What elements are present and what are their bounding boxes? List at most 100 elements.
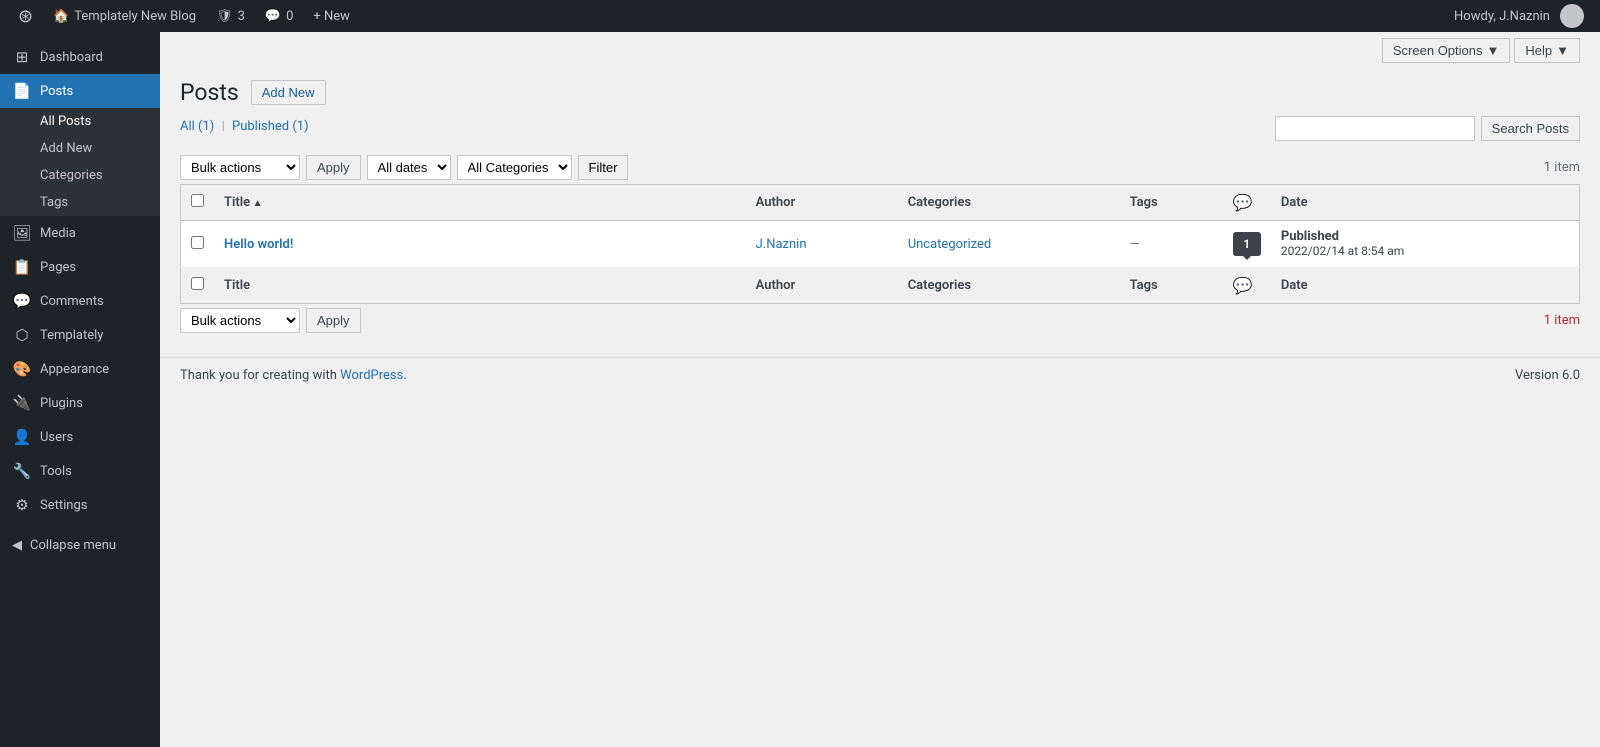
comment-bubble[interactable]: 1	[1233, 232, 1261, 256]
item-count-top: 1 item	[1544, 160, 1580, 175]
author-link[interactable]: J.Naznin	[756, 237, 807, 252]
adminbar-site-name[interactable]: 🏠 Templately New Blog	[43, 0, 206, 32]
apply-button-top[interactable]: Apply	[306, 155, 361, 180]
sidebar-item-label-appearance: Appearance	[40, 362, 109, 377]
sidebar-item-label-pages: Pages	[40, 260, 76, 275]
top-bar: Screen Options ▼ Help ▼	[160, 32, 1600, 69]
col-title[interactable]: Title	[214, 185, 746, 221]
date-published: Published 2022/02/14 at 8:54 am	[1281, 229, 1569, 259]
sidebar-item-comments[interactable]: 💬 Comments	[0, 284, 160, 318]
category-filter-select[interactable]: All Categories	[457, 155, 572, 180]
pages-icon: 📋	[12, 258, 32, 276]
adminbar-updates[interactable]: 🛡 3	[206, 0, 255, 32]
bulk-actions-select-top[interactable]: Bulk actions	[180, 155, 300, 180]
comment-col-icon: 💬	[1233, 193, 1253, 212]
help-button[interactable]: Help ▼	[1514, 38, 1580, 63]
tags-value: —	[1130, 237, 1140, 252]
sidebar-item-users[interactable]: 👤 Users	[0, 420, 160, 454]
posts-icon: 📄	[12, 82, 32, 100]
col-categories-foot: Categories	[898, 268, 1120, 304]
subsubsub-nav: All (1) | Published (1)	[180, 119, 309, 134]
sidebar-item-tools[interactable]: 🔧 Tools	[0, 454, 160, 488]
row-title-cell: Hello world!	[214, 221, 746, 268]
sidebar-item-tags[interactable]: Tags	[0, 189, 160, 216]
sidebar-item-label-users: Users	[40, 430, 73, 445]
help-label: Help	[1525, 43, 1552, 58]
filter-all-link[interactable]: All (1)	[180, 119, 218, 134]
admin-menu: ⊞ Dashboard 📄 Posts All Posts Add New Ca…	[0, 32, 160, 747]
tags-label: Tags	[40, 195, 68, 210]
sidebar-item-all-posts[interactable]: All Posts	[0, 108, 160, 135]
date-value: 2022/02/14 at 8:54 am	[1281, 244, 1404, 258]
sidebar-item-templately[interactable]: ⬡ Templately	[0, 318, 160, 352]
item-count-bottom: 1 item	[1544, 313, 1580, 328]
adminbar-wp-logo[interactable]: ⊛	[8, 0, 43, 32]
search-posts-button[interactable]: Search Posts	[1481, 116, 1580, 141]
adminbar-new[interactable]: + New	[303, 0, 360, 32]
title-sort-label: Title	[224, 195, 263, 210]
wp-logo-icon: ⊛	[18, 6, 33, 27]
table-head: Title Author Categories Tags 💬	[181, 185, 1580, 221]
add-new-button[interactable]: Add New	[251, 80, 326, 105]
collapse-menu-label: Collapse menu	[30, 538, 116, 553]
collapse-menu-button[interactable]: ◀ Collapse menu	[0, 530, 160, 561]
filter-published-link[interactable]: Published (1)	[232, 119, 309, 134]
row-tags-cell: —	[1120, 221, 1223, 268]
sidebar-item-label-templately: Templately	[40, 328, 103, 343]
post-title-link[interactable]: Hello world!	[224, 237, 293, 252]
sidebar-item-media[interactable]: 🖼 Media	[0, 216, 160, 250]
sidebar-item-dashboard[interactable]: ⊞ Dashboard	[0, 40, 160, 74]
search-posts-input[interactable]	[1275, 116, 1475, 141]
table-body: Hello world! J.Naznin Uncategorized — 1 …	[181, 221, 1580, 268]
templately-icon: ⬡	[12, 326, 32, 344]
row-checkbox-cell	[181, 221, 215, 268]
sidebar-item-pages[interactable]: 📋 Pages	[0, 250, 160, 284]
col-comments-foot: 💬	[1223, 268, 1271, 304]
comments-icon: 💬	[265, 9, 281, 24]
filter-button[interactable]: Filter	[578, 155, 629, 180]
sidebar-item-plugins[interactable]: 🔌 Plugins	[0, 386, 160, 420]
site-name-label: Templately New Blog	[74, 9, 196, 24]
col-date-foot: Date	[1271, 268, 1580, 304]
wordpress-link[interactable]: WordPress	[340, 368, 403, 383]
sidebar-item-settings[interactable]: ⚙ Settings	[0, 488, 160, 522]
adminbar-right: Howdy, J.Naznin	[1454, 4, 1592, 28]
sidebar-item-appearance[interactable]: 🎨 Appearance	[0, 352, 160, 386]
categories-label: Categories	[40, 168, 103, 183]
col-author-foot: Author	[746, 268, 898, 304]
posts-table: Title Author Categories Tags 💬	[180, 184, 1580, 304]
adminbar-comments[interactable]: 💬 0	[255, 0, 304, 32]
content-wrap: Posts Add New All (1) | Published (1)	[160, 69, 1600, 357]
search-posts-row: Search Posts	[1275, 116, 1580, 141]
screen-options-button[interactable]: Screen Options ▼	[1382, 38, 1510, 63]
page-title: Posts	[180, 79, 239, 106]
sidebar-item-label-dashboard: Dashboard	[40, 50, 103, 65]
posts-submenu: All Posts Add New Categories Tags	[0, 108, 160, 216]
sidebar-item-add-new[interactable]: Add New	[0, 135, 160, 162]
select-all-checkbox[interactable]	[191, 194, 204, 207]
category-link[interactable]: Uncategorized	[908, 237, 991, 252]
admin-bar: ⊛ 🏠 Templately New Blog 🛡 3 💬 0 + New Ho…	[0, 0, 1600, 32]
wp-layout: ⊞ Dashboard 📄 Posts All Posts Add New Ca…	[0, 32, 1600, 747]
site-name-icon: 🏠	[53, 9, 69, 24]
sidebar-item-label-plugins: Plugins	[40, 396, 83, 411]
sidebar-item-label-tools: Tools	[40, 464, 72, 479]
appearance-icon: 🎨	[12, 360, 32, 378]
date-filter-select[interactable]: All dates	[367, 155, 451, 180]
adminbar-left: ⊛ 🏠 Templately New Blog 🛡 3 💬 0 + New	[8, 0, 360, 32]
row-checkbox[interactable]	[191, 236, 204, 249]
bulk-actions-select-bottom[interactable]: Bulk actions	[180, 308, 300, 333]
select-all-checkbox-foot[interactable]	[191, 277, 204, 290]
col-title-foot[interactable]: Title	[214, 268, 746, 304]
col-categories: Categories	[898, 185, 1120, 221]
add-new-sub-label: Add New	[40, 141, 92, 156]
sidebar-item-posts[interactable]: 📄 Posts	[0, 74, 160, 108]
settings-icon: ⚙	[12, 496, 32, 514]
all-posts-label: All Posts	[40, 114, 91, 129]
plugins-icon: 🔌	[12, 394, 32, 412]
screen-options-label: Screen Options	[1393, 43, 1483, 58]
sidebar-item-label-posts: Posts	[40, 84, 73, 99]
apply-button-bottom[interactable]: Apply	[306, 308, 361, 333]
sidebar-item-categories[interactable]: Categories	[0, 162, 160, 189]
footer-thank-you: Thank you for creating with WordPress.	[180, 368, 407, 383]
